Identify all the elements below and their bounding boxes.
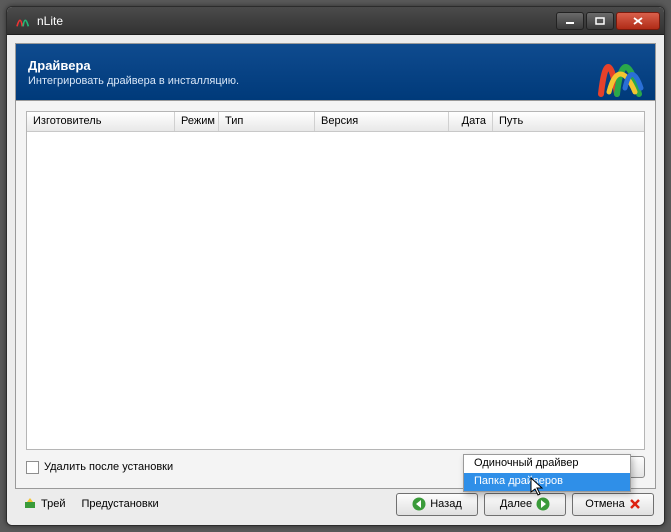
cancel-x-icon — [629, 498, 641, 510]
maximize-button[interactable] — [586, 12, 614, 30]
arrow-right-icon — [536, 497, 550, 511]
back-label: Назад — [430, 498, 462, 510]
close-button[interactable] — [616, 12, 660, 30]
page-subtitle: Интегрировать драйвера в инсталляцию. — [28, 75, 239, 87]
table-body[interactable] — [27, 132, 644, 449]
menu-item-driver-folder[interactable]: Папка драйверов — [464, 473, 630, 491]
footer: Трей Предустановки Назад Далее — [15, 489, 656, 519]
next-button[interactable]: Далее — [484, 493, 566, 516]
menu-item-single-driver[interactable]: Одиночный драйвер — [464, 455, 630, 473]
cancel-label: Отмена — [585, 498, 624, 510]
header-banner: Драйвера Интегрировать драйвера в инстал… — [15, 43, 656, 101]
next-label: Далее — [500, 498, 532, 510]
col-path[interactable]: Путь — [493, 112, 644, 131]
window: nLite Драйвера Интегрировать драйвера в … — [6, 6, 665, 526]
delete-after-install-checkbox[interactable] — [26, 461, 39, 474]
arrow-left-icon — [412, 497, 426, 511]
back-button[interactable]: Назад — [396, 493, 478, 516]
col-date[interactable]: Дата — [449, 112, 493, 131]
delete-after-install-label: Удалить после установки — [44, 461, 173, 473]
col-mode[interactable]: Режим — [175, 112, 219, 131]
presets-link[interactable]: Предустановки — [81, 498, 158, 510]
col-version[interactable]: Версия — [315, 112, 449, 131]
window-controls — [556, 12, 660, 30]
tray-icon — [23, 496, 37, 513]
client-area: Драйвера Интегрировать драйвера в инстал… — [7, 35, 664, 525]
nlite-logo-icon — [595, 48, 645, 101]
col-type[interactable]: Тип — [219, 112, 315, 131]
app-icon — [15, 13, 31, 29]
add-driver-menu: Одиночный драйвер Папка драйверов — [463, 454, 631, 492]
col-manufacturer[interactable]: Изготовитель — [27, 112, 175, 131]
minimize-button[interactable] — [556, 12, 584, 30]
titlebar[interactable]: nLite — [7, 7, 664, 35]
drivers-table[interactable]: Изготовитель Режим Тип Версия Дата Путь — [26, 111, 645, 450]
table-options-row: Удалить после установки ? Одиночный драй… — [26, 456, 645, 478]
cancel-button[interactable]: Отмена — [572, 493, 654, 516]
page-title: Драйвера — [28, 58, 239, 73]
window-title: nLite — [37, 14, 556, 28]
tray-link[interactable]: Трей — [23, 496, 65, 513]
main-panel: Изготовитель Режим Тип Версия Дата Путь … — [15, 101, 656, 489]
tray-label: Трей — [41, 498, 65, 510]
table-header: Изготовитель Режим Тип Версия Дата Путь — [27, 112, 644, 132]
